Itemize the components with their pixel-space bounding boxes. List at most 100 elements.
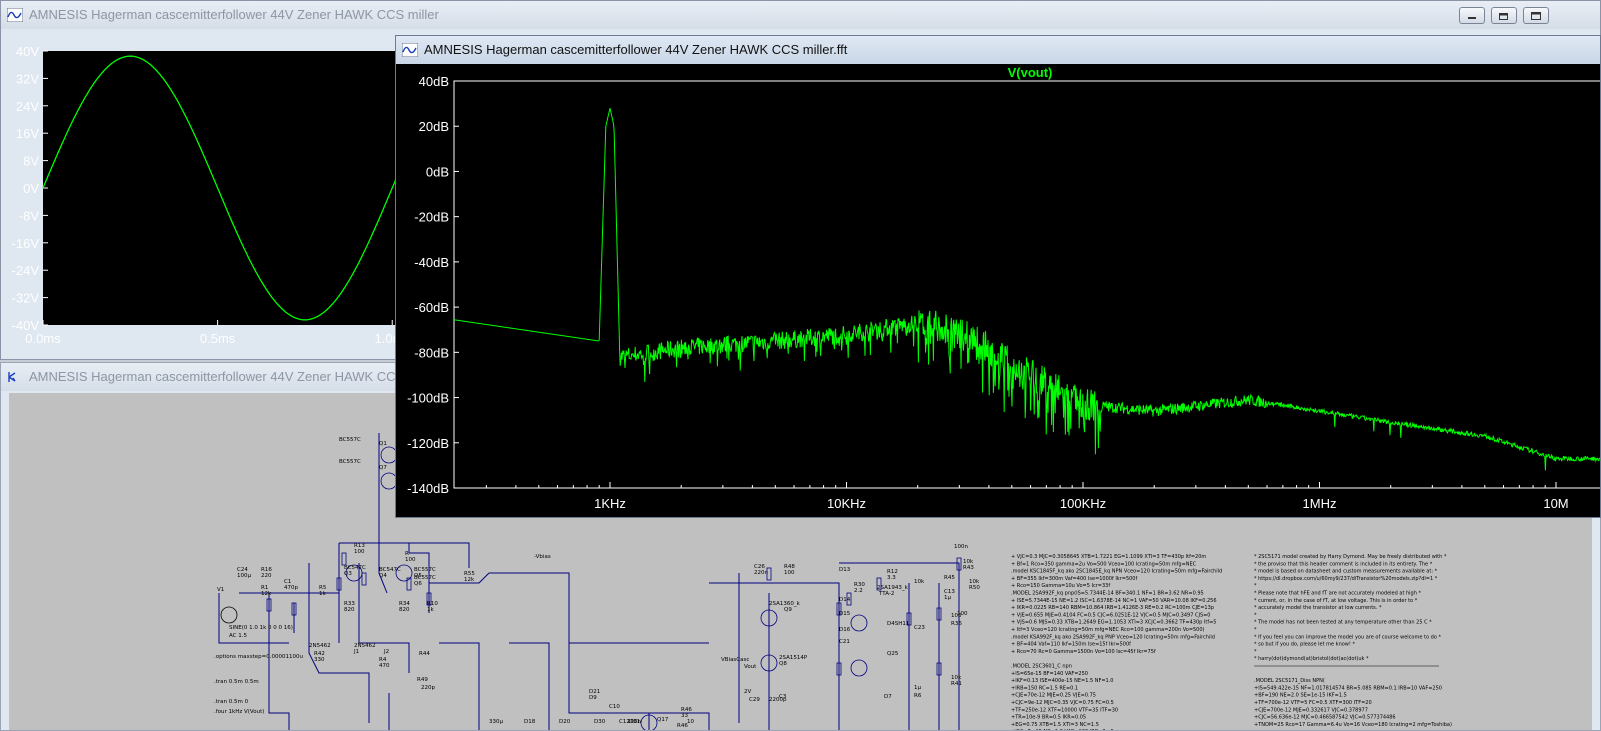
schematic-label: D15 <box>839 611 851 617</box>
restore-button[interactable] <box>1491 7 1517 24</box>
waveform-y-tick-label: 0V <box>23 181 39 196</box>
close-button[interactable] <box>1523 7 1549 24</box>
waveform-y-tick-label: -16V <box>12 236 40 251</box>
waveform-y-tick-label: 32V <box>16 71 39 86</box>
waveform-y-tick-label: -24V <box>12 263 40 278</box>
fft-x-tick-label: 1KHz <box>594 496 626 511</box>
schematic-label: + VJS=0.6 MJS=0.33 XTB=1.2649 EG=1.1053 … <box>1011 620 1216 626</box>
fft-x-tick-label: 100KHz <box>1060 496 1106 511</box>
fft-x-tick-label: 10KHz <box>827 496 866 511</box>
schematic-label: R44 <box>419 651 430 657</box>
schematic-label: +IKF=0.13 ISE=400e-15 NE=1.5 NF=1.0 <box>1011 678 1114 684</box>
schematic-label: C3 <box>779 694 787 700</box>
schematic-label: 1k <box>427 607 434 613</box>
fft-x-tick-label: 1MHz <box>1303 496 1337 511</box>
waveform-x-tick-label: 0.0ms <box>25 331 61 346</box>
waveform-y-tick-label: -32V <box>12 291 40 306</box>
schematic-label: + Bf=1 Rco=350 gamma=2u Vo=500 Vceo=100 … <box>1011 561 1197 567</box>
schematic-wire <box>268 593 290 730</box>
schematic-label: * harry(dot)dymond(at)bristol(dot)ac(dot… <box>1254 656 1369 662</box>
schematic-label: -Vbias <box>534 554 551 560</box>
schematic-label: +CJE=700e-12 MJE=0.332617 VJC=0.378977 <box>1254 707 1368 713</box>
schematic-label: 820 <box>399 607 410 613</box>
fft-y-tick-label: -120dB <box>407 436 449 451</box>
schematic-label: .MODEL 2SC3601_C npn <box>1011 664 1072 670</box>
schematic-label: 470 <box>379 663 390 669</box>
schematic-label: * accurately model the transistor at low… <box>1254 605 1382 611</box>
schematic-label: Q7 <box>379 465 387 471</box>
schematic-label: .options maxstep=0.00001100u <box>214 654 303 660</box>
fft-titlebar[interactable]: AMNESIS Hagerman cascemitterfollower 44V… <box>396 36 1600 64</box>
schematic-label: 100 <box>354 549 365 555</box>
schematic-label: 330µ <box>489 719 503 725</box>
schematic-label: TTA-2 <box>878 591 894 597</box>
schematic-label: 3.3 <box>887 575 896 581</box>
schematic-label: 220 <box>261 573 272 579</box>
schematic-label: +EG=0.75 XTB=1.5 XTI=3 NC=1.5 <box>1011 722 1099 728</box>
schematic-label: * The model has not been tested at any t… <box>1254 620 1432 626</box>
waveform-y-tick-label: 8V <box>23 154 39 169</box>
schematic-label: 12k <box>464 577 475 583</box>
schematic-label: C21 <box>839 639 850 645</box>
schematic-label: R45 <box>944 575 955 581</box>
schematic-source-v1 <box>220 606 238 624</box>
schematic-label: .MODEL 2SA992F_kq pnp(IS=5.7344E-14 BF=3… <box>1011 591 1204 597</box>
schematic-label: +CJE=70e-12 MJE=0.25 VJE=0.75 <box>1011 693 1096 699</box>
schematic-wire <box>509 642 550 730</box>
schematic-label: D30 <box>594 719 606 725</box>
schematic-label: C10 <box>609 704 620 710</box>
fft-app-icon <box>402 43 418 57</box>
schematic-label: .model KSC1845F_kq ako 2SC1845E_kq NPN V… <box>1011 569 1222 575</box>
schematic-label: * <box>1254 649 1257 655</box>
schematic-label: 2.2 <box>854 588 863 594</box>
schematic-label: +CJC=9e-12 MJC=0.35 VJC=0.75 FC=0.5 <box>1011 700 1114 706</box>
schematic-label: +TNOM=25 Rco=17 Gamma=6.4u Vo=16 Vceo=18… <box>1254 722 1452 728</box>
fft-plot[interactable]: V(vout) 40dB 20dB 0dB -20dB -40dB -60dB -80dB -1… <box>396 64 1601 518</box>
schematic-label: SINE(0 1.0 1k 0 0 0 16) <box>229 625 293 631</box>
fft-window-title: AMNESIS Hagerman cascemitterfollower 44V… <box>424 42 848 57</box>
schematic-label: Vout <box>744 664 757 670</box>
fft-background <box>396 64 1600 517</box>
fft-y-tick-label: -100dB <box>407 391 449 406</box>
restore-icon <box>1499 13 1508 20</box>
schematic-label: 820 <box>344 607 355 613</box>
schematic-label: Q8 <box>779 661 787 667</box>
schematic-label: + BF=355 Ikf=300m Vaf=400 Ise=1000f Ikr=… <box>1011 576 1137 582</box>
schematic-label: D18 <box>524 719 536 725</box>
waveform-y-tick-label: 16V <box>16 126 39 141</box>
schematic-label: + BF=404 Vaf=110 Ikf=150m Ise=15f Ikr=50… <box>1011 642 1131 648</box>
schematic-transistor <box>850 659 868 677</box>
schematic-label: J2 <box>383 649 389 655</box>
schematic-label: C23 <box>914 625 925 631</box>
schematic-label: + Itf=3 Vceo=120 Icrating=50m mfg=NEC Rc… <box>1011 627 1205 633</box>
schematic-resistor <box>341 552 347 566</box>
schematic-label: 100n <box>954 544 968 550</box>
schematic-label: +TF=700e-12 VTF=5 FC=0.5 XTF=300 ITF=20 <box>1254 700 1372 706</box>
waveform-titlebar[interactable]: AMNESIS Hagerman cascemitterfollower 44V… <box>1 1 1600 29</box>
schematic-label: V1 <box>217 587 224 593</box>
schematic-label: + VJC=0.3 MJC=0.3058645 XTB=1.7221 EG=1.… <box>1011 554 1206 560</box>
waveform-y-tick-label: 24V <box>16 99 39 114</box>
schematic-wire <box>439 642 480 730</box>
schematic-label: C29 <box>749 697 760 703</box>
minimize-button[interactable] <box>1459 7 1485 24</box>
schematic-label: Q1 <box>379 441 387 447</box>
schematic-label: Q4 <box>379 573 387 579</box>
schematic-label: R43 <box>963 565 974 571</box>
schematic-label: 2N5462 <box>309 643 331 649</box>
schematic-label: + IKR=0.0225 RB=140 RBM=10.864 IRB=1.412… <box>1011 605 1214 611</box>
schematic-label: * <box>1254 627 1257 633</box>
schematic-label: 10 <box>687 719 694 725</box>
schematic-label: D9 <box>589 695 597 701</box>
fft-window[interactable]: AMNESIS Hagerman cascemitterfollower 44V… <box>395 35 1601 518</box>
schematic-label: 100µ <box>237 573 251 579</box>
schematic-label: D7 <box>884 694 892 700</box>
schematic-label: * https://dl.dropbox.com/u/60my9/237/diT… <box>1254 576 1438 582</box>
schematic-wire <box>429 572 490 584</box>
waveform-app-icon <box>7 8 23 22</box>
schematic-label: D16 <box>839 627 851 633</box>
fft-y-tick-label: 0dB <box>426 164 449 179</box>
waveform-x-tick-label: 0.5ms <box>200 331 236 346</box>
schematic-label: * so but if you do, please let me know! … <box>1254 642 1355 648</box>
schematic-label: +IRB=150 RC=1.5 RE=0.1 <box>1011 685 1078 691</box>
